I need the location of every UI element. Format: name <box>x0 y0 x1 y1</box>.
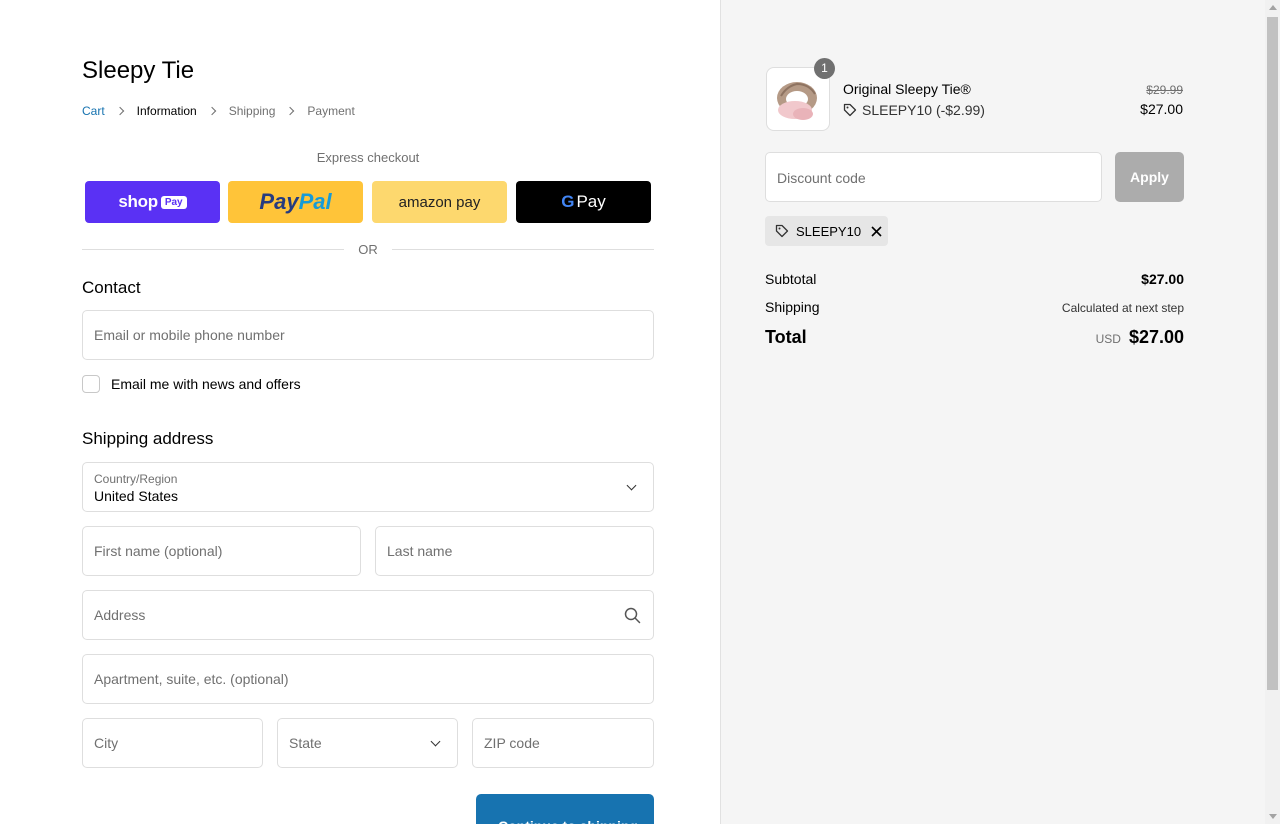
discounted-price: $27.00 <box>1140 101 1183 117</box>
chevron-down-icon <box>626 480 637 491</box>
chevron-right-icon <box>115 106 124 116</box>
paypal-logo-pal: Pal <box>298 189 332 214</box>
product-discount: SLEEPY10 (-$2.99) <box>843 102 985 118</box>
first-name-placeholder: First name (optional) <box>94 543 223 559</box>
country-value: United States <box>94 488 179 504</box>
total-label: Total <box>765 327 807 347</box>
breadcrumb-information: Information <box>136 104 197 118</box>
apartment-placeholder: Apartment, suite, etc. (optional) <box>94 671 289 687</box>
product-thumbnail: 1 <box>766 58 835 131</box>
zip-field[interactable]: ZIP code <box>472 718 654 768</box>
scrollbar-thumb[interactable] <box>1267 17 1278 690</box>
last-name-field[interactable]: Last name <box>375 526 654 576</box>
original-price: $29.99 <box>1146 83 1183 97</box>
email-field[interactable]: Email or mobile phone number <box>82 310 654 360</box>
shop-title[interactable]: Sleepy Tie <box>82 57 194 85</box>
newsletter-label[interactable]: Email me with news and offers <box>111 376 301 392</box>
breadcrumb-cart[interactable]: Cart <box>82 104 105 118</box>
last-name-placeholder: Last name <box>387 543 453 559</box>
page-scrollbar[interactable] <box>1265 0 1280 824</box>
shipping-address-heading: Shipping address <box>82 429 214 448</box>
chevron-right-icon <box>286 106 295 116</box>
subtotal-row: Subtotal $27.00 <box>765 271 1184 287</box>
contact-heading: Contact <box>82 278 141 297</box>
subtotal-value: $27.00 <box>1141 271 1184 287</box>
first-name-field[interactable]: First name (optional) <box>82 526 361 576</box>
country-select[interactable]: Country/Region United States <box>82 462 654 512</box>
address-placeholder: Address <box>94 607 146 623</box>
state-placeholder: State <box>289 735 322 751</box>
email-placeholder: Email or mobile phone number <box>94 327 285 343</box>
apartment-field[interactable]: Apartment, suite, etc. (optional) <box>82 654 654 704</box>
subtotal-label: Subtotal <box>765 271 817 287</box>
country-label: Country/Region <box>94 472 178 486</box>
paypal-logo-pay: Pay <box>259 189 299 214</box>
total-row: Total USD $27.00 <box>765 327 1184 348</box>
chevron-down-icon <box>430 736 441 747</box>
shipping-value: Calculated at next step <box>1061 301 1184 315</box>
or-label: OR <box>358 242 378 257</box>
google-pay-button[interactable]: G Pay <box>516 181 651 223</box>
shipping-label: Shipping <box>765 299 820 315</box>
newsletter-row[interactable]: Email me with news and offers <box>82 375 301 393</box>
product-discount-text: SLEEPY10 (-$2.99) <box>862 102 985 118</box>
close-icon[interactable] <box>871 225 882 237</box>
discount-code-field[interactable]: Discount code <box>765 152 1102 202</box>
shop-pay-button[interactable]: shop Pay <box>85 181 220 223</box>
product-name: Original Sleepy Tie® <box>843 81 971 97</box>
discount-code-placeholder: Discount code <box>777 170 866 186</box>
apply-discount-button[interactable]: Apply <box>1115 152 1184 202</box>
scroll-down-icon[interactable] <box>1269 814 1277 819</box>
shop-pay-box: Pay <box>160 195 187 209</box>
breadcrumb-shipping: Shipping <box>228 104 276 118</box>
city-field[interactable]: City <box>82 718 263 768</box>
scroll-up-icon[interactable] <box>1269 5 1277 10</box>
applied-discount-chip: SLEEPY10 <box>765 216 888 246</box>
tag-icon <box>775 224 789 238</box>
chevron-right-icon <box>207 106 216 116</box>
applied-discount-code: SLEEPY10 <box>796 223 862 239</box>
shop-pay-word: shop <box>118 192 158 211</box>
google-g-icon: G <box>561 192 575 211</box>
checkout-main: Sleepy Tie Cart Information Shipping Pay… <box>0 0 720 824</box>
quantity-badge: 1 <box>814 58 835 79</box>
state-select[interactable]: State <box>277 718 458 768</box>
shipping-row: Shipping Calculated at next step <box>765 299 1184 315</box>
breadcrumb-payment: Payment <box>307 104 355 118</box>
amazon-pay-logo: amazon pay <box>398 193 481 211</box>
zip-placeholder: ZIP code <box>484 735 540 751</box>
order-summary: 1 Original Sleepy Tie® SLEEPY10 (-$2.99)… <box>720 0 1265 824</box>
total-value: $27.00 <box>1128 327 1184 347</box>
city-placeholder: City <box>94 735 119 751</box>
total-currency: USD <box>1095 332 1121 346</box>
newsletter-checkbox[interactable] <box>82 375 100 393</box>
google-pay-label: Pay <box>576 192 606 211</box>
amazon-pay-button[interactable]: amazon pay <box>372 181 507 223</box>
address-field[interactable]: Address <box>82 590 654 640</box>
express-checkout-label: Express checkout <box>316 150 420 165</box>
continue-to-shipping-button[interactable]: Continue to shipping <box>476 794 654 824</box>
breadcrumb: Cart Information Shipping Payment <box>82 104 355 118</box>
search-icon <box>624 607 641 624</box>
paypal-button[interactable]: Pay Pal <box>228 181 363 223</box>
tag-icon <box>843 103 857 117</box>
